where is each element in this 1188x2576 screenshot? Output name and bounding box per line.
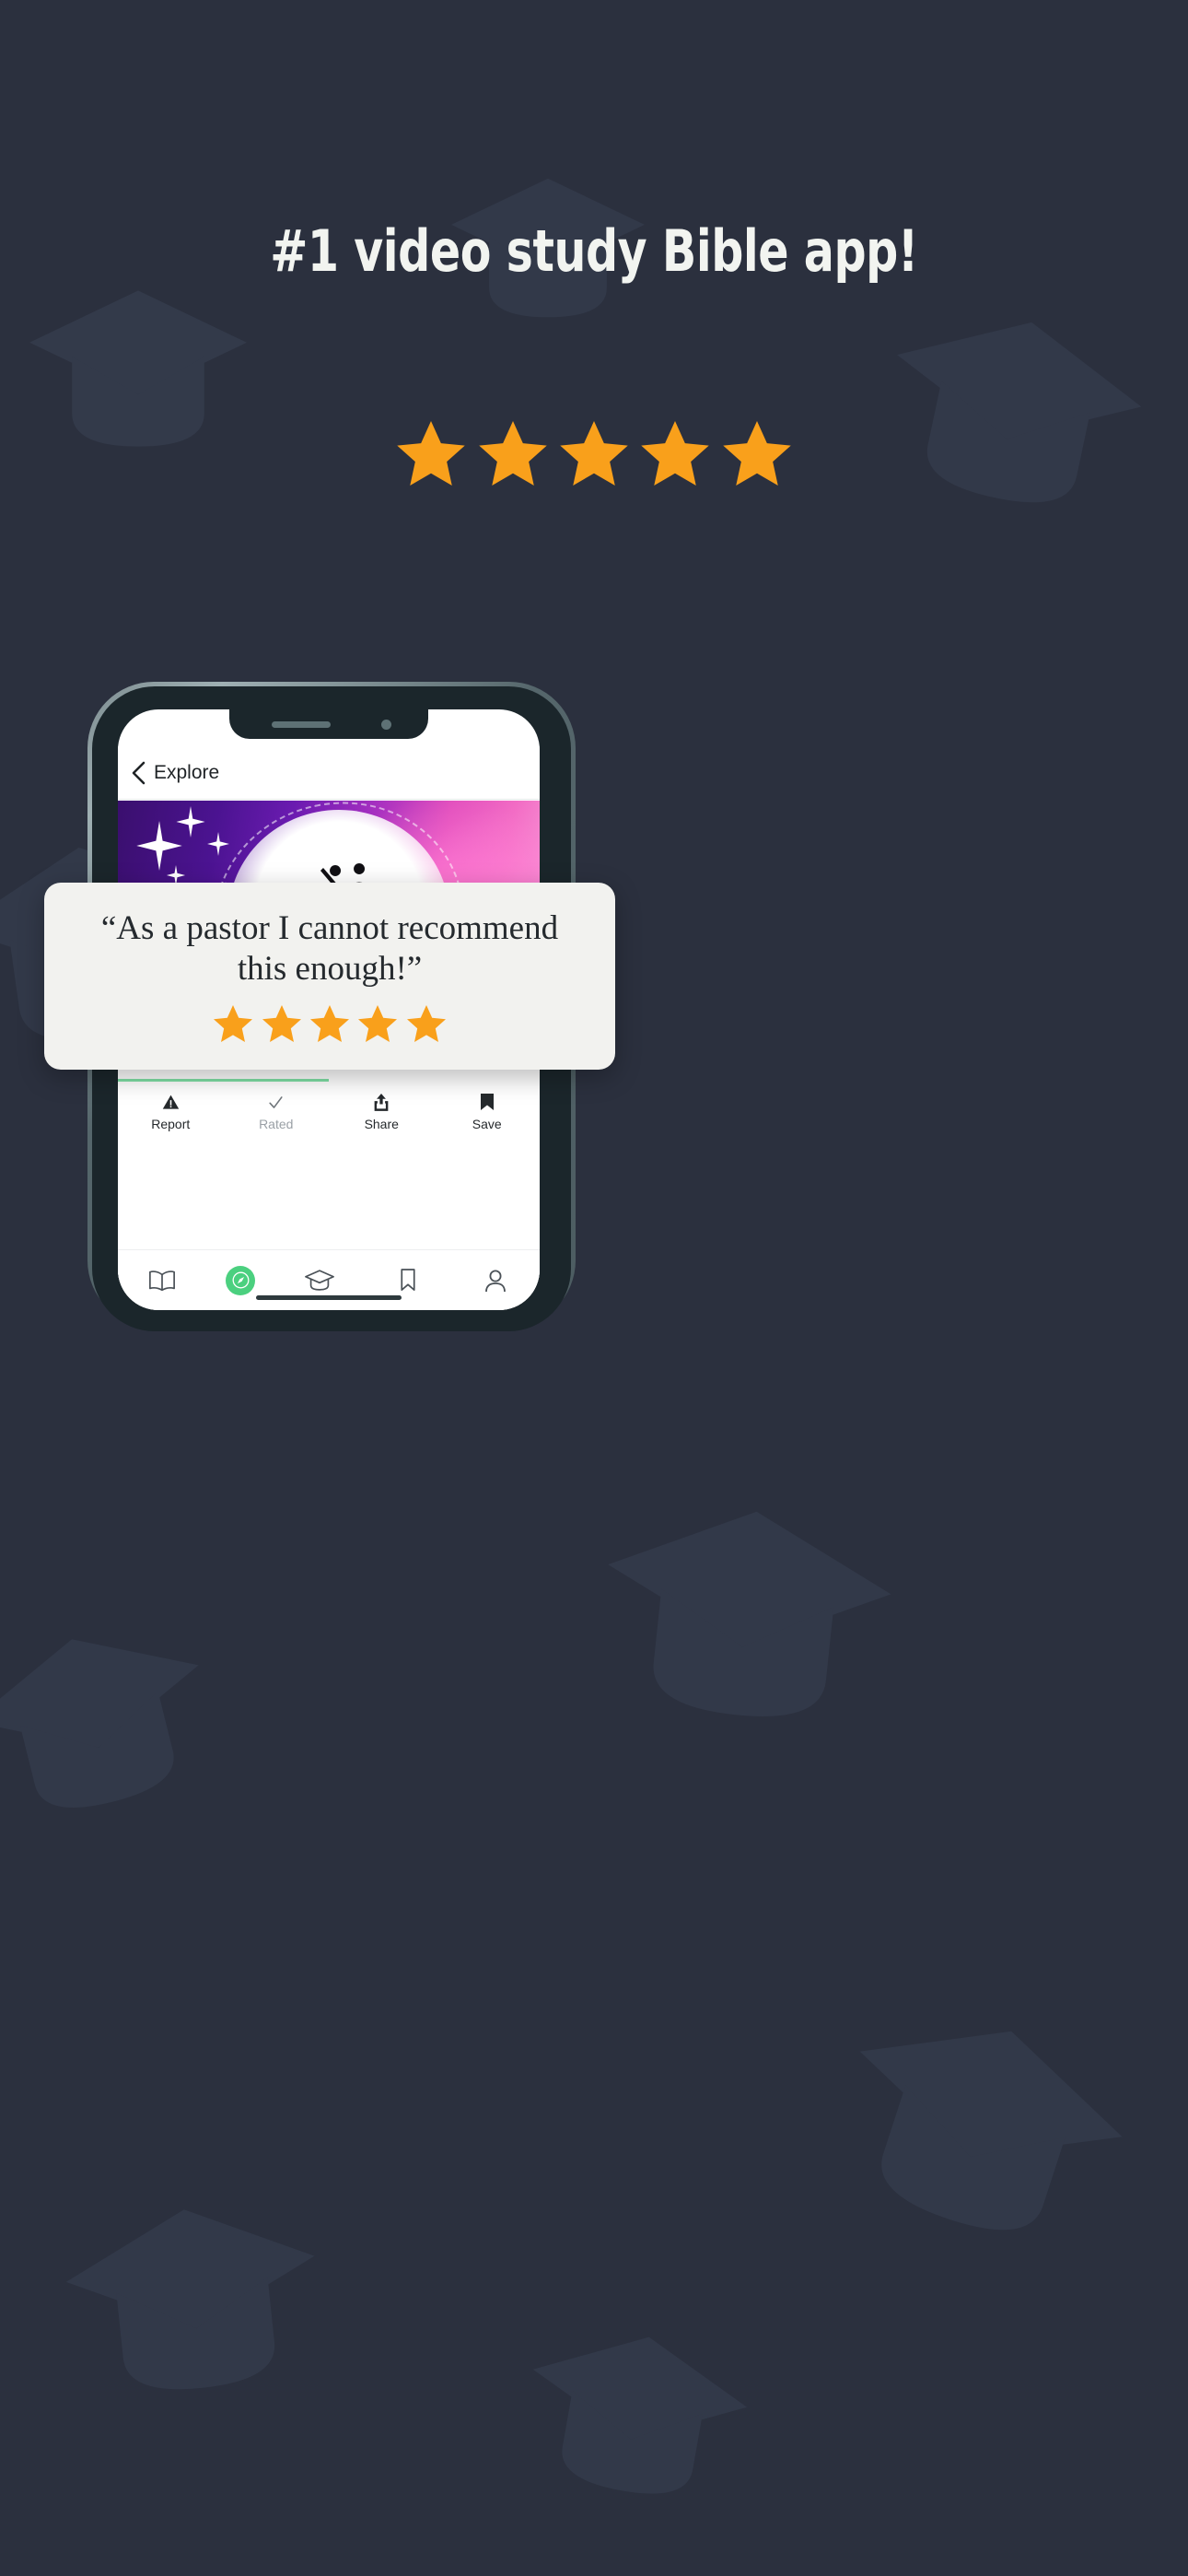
star-icon [641, 421, 710, 486]
graduation-cap-decoration-icon [0, 1639, 199, 1808]
star-icon [560, 421, 628, 486]
bottom-tab-bar[interactable] [118, 1249, 540, 1310]
share-label: Share [364, 1117, 399, 1131]
report-button[interactable]: Report [118, 1082, 224, 1142]
testimonial-stars [76, 1001, 584, 1046]
tabbar-item-explore[interactable] [226, 1265, 256, 1295]
testimonial-card: “As a pastor I cannot recommend this eno… [44, 883, 615, 1071]
graduation-cap-decoration-icon [897, 322, 1142, 503]
sparkle-icon [207, 832, 229, 856]
rated-label: Rated [259, 1116, 294, 1131]
star-icon [478, 421, 547, 486]
bookmark-icon [480, 1094, 494, 1110]
compass-icon [232, 1271, 250, 1289]
front-camera-icon [381, 720, 391, 730]
tabbar-item-profile[interactable] [472, 1261, 519, 1300]
graduation-cap-icon [305, 1270, 334, 1291]
graduation-cap-decoration-icon [532, 2336, 748, 2494]
star-icon [358, 1005, 398, 1043]
earpiece-speaker-icon [272, 721, 331, 728]
phone-notch [229, 709, 428, 739]
graduation-cap-decoration-icon [65, 2209, 315, 2390]
save-button[interactable]: Save [435, 1082, 541, 1142]
person-icon [485, 1270, 507, 1292]
video-action-row[interactable]: Report Rated Share Save [118, 1082, 540, 1142]
warning-triangle-icon [162, 1095, 179, 1109]
graduation-cap-decoration-icon [608, 1511, 891, 1716]
rating-stars-top [0, 415, 1188, 492]
star-icon [406, 1005, 446, 1043]
star-icon [214, 1005, 253, 1043]
book-icon [148, 1270, 175, 1291]
nav-title: Explore [154, 761, 220, 783]
tabbar-item-saved[interactable] [384, 1261, 432, 1300]
tabbar-item-read[interactable] [138, 1261, 186, 1300]
tabbar-item-classroom[interactable] [296, 1261, 344, 1300]
star-icon [723, 421, 791, 486]
check-icon [269, 1095, 283, 1108]
sparkle-icon [176, 806, 205, 837]
save-label: Save [472, 1117, 502, 1131]
home-indicator [256, 1295, 402, 1300]
bookmark-icon [400, 1269, 415, 1291]
graduation-cap-decoration-icon [859, 2031, 1123, 2231]
share-button[interactable]: Share [329, 1082, 435, 1142]
app-navigation-bar[interactable]: Explore [118, 746, 540, 800]
star-icon [310, 1005, 349, 1043]
testimonial-quote: “As a pastor I cannot recommend this eno… [100, 909, 559, 988]
report-label: Report [151, 1116, 191, 1131]
share-upload-icon [374, 1094, 389, 1111]
rated-button[interactable]: Rated [224, 1082, 330, 1142]
star-icon [397, 421, 465, 486]
page-headline: #1 video study Bible app! [270, 217, 918, 285]
star-icon [262, 1005, 301, 1043]
chevron-left-icon[interactable] [131, 761, 146, 785]
